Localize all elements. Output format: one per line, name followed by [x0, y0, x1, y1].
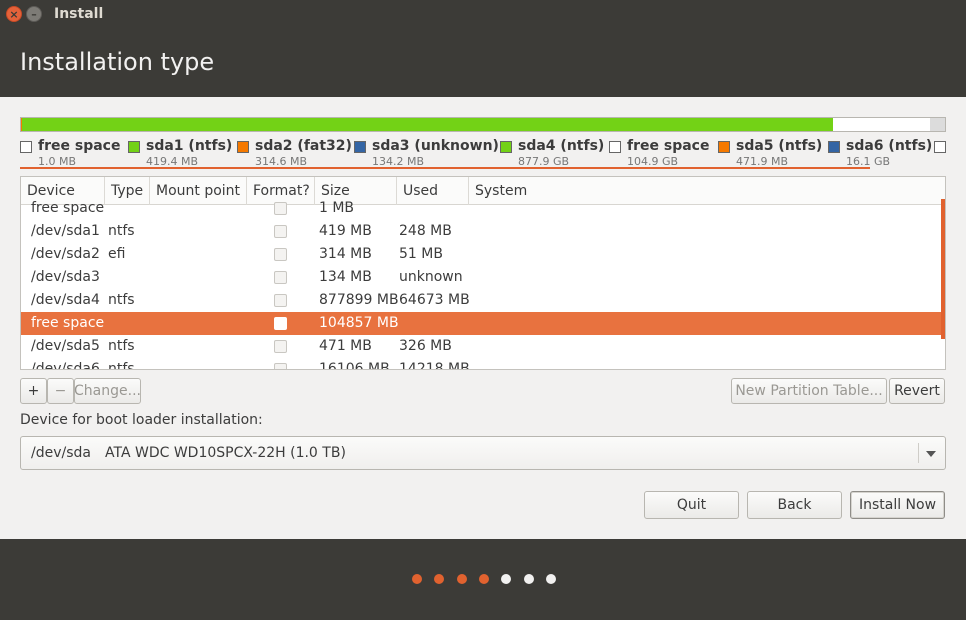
table-row[interactable]: free space 104857 MB [21, 312, 945, 335]
cell-type: ntfs [108, 361, 135, 370]
cell-type: efi [108, 246, 126, 262]
legend-swatch [237, 141, 249, 153]
cell-type: ntfs [108, 338, 135, 354]
close-icon[interactable]: × [6, 6, 22, 22]
progress-dot-pending [523, 574, 534, 584]
legend-name: sda4 (ntfs) [518, 138, 605, 154]
install-now-button[interactable]: Install Now [850, 491, 945, 519]
cell-used: 326 MB [399, 338, 452, 354]
progress-dot-done [478, 574, 489, 584]
legend-swatch [718, 141, 730, 153]
format-checkbox[interactable] [274, 225, 287, 238]
chevron-down-icon[interactable] [926, 451, 936, 457]
format-checkbox[interactable] [274, 317, 287, 330]
legend-swatch [354, 141, 366, 153]
cell-device: /dev/sda6 [31, 361, 100, 370]
remove-partition-button[interactable]: − [47, 378, 74, 404]
minimize-icon[interactable]: – [26, 6, 42, 22]
page-header: Installation type [0, 30, 966, 97]
cell-size: 471 MB [319, 338, 372, 354]
progress-dot-done [456, 574, 467, 584]
legend-name: sda5 (ntfs) [736, 138, 823, 154]
bootloader-device: /dev/sda [31, 445, 91, 461]
legend-swatch [609, 141, 621, 153]
legend-swatch [128, 141, 140, 153]
cell-size: 134 MB [319, 269, 372, 285]
partition-segment [21, 118, 833, 131]
table-row[interactable]: free space 1 MB [21, 197, 945, 220]
cell-device: /dev/sda1 [31, 223, 100, 239]
partition-segment [930, 118, 946, 131]
cell-size: 104857 MB [319, 315, 399, 331]
cell-type: ntfs [108, 223, 135, 239]
add-partition-button[interactable]: + [20, 378, 47, 404]
legend-swatch [20, 141, 32, 153]
progress-dot-done [434, 574, 445, 584]
cell-used: 51 MB [399, 246, 443, 262]
page-title: Installation type [20, 48, 215, 76]
legend-swatch [934, 141, 946, 153]
progress-dot-pending [501, 574, 512, 584]
cell-type: ntfs [108, 292, 135, 308]
format-checkbox[interactable] [274, 271, 287, 284]
format-checkbox[interactable] [274, 202, 287, 215]
cell-device: /dev/sda5 [31, 338, 100, 354]
legend-swatch [828, 141, 840, 153]
legend-name: free space [38, 138, 121, 154]
bootloader-device-description: ATA WDC WD10SPCX-22H (1.0 TB) [105, 445, 346, 461]
cell-used: 14218 MB [399, 361, 470, 370]
table-row[interactable]: /dev/sda5 ntfs 471 MB 326 MB [21, 335, 945, 358]
legend-name: free space [627, 138, 710, 154]
legend-name: sda2 (fat32) [255, 138, 352, 154]
table-row[interactable]: /dev/sda3 134 MB unknown [21, 266, 945, 289]
cell-size: 877899 MB [319, 292, 399, 308]
cell-device: /dev/sda3 [31, 269, 100, 285]
cell-size: 1 MB [319, 200, 355, 216]
new-partition-table-button[interactable]: New Partition Table... [731, 378, 887, 404]
bootloader-label: Device for boot loader installation: [20, 412, 263, 428]
cell-device: /dev/sda2 [31, 246, 100, 262]
cell-size: 419 MB [319, 223, 372, 239]
progress-footer [0, 539, 966, 620]
partition-segment [832, 118, 930, 131]
partition-bar [20, 117, 946, 132]
cell-used: 248 MB [399, 223, 452, 239]
window-title: Install [54, 6, 104, 22]
cell-used: 64673 MB [399, 292, 470, 308]
table-row[interactable]: /dev/sda4 ntfs 877899 MB 64673 MB [21, 289, 945, 312]
format-checkbox[interactable] [274, 294, 287, 307]
cell-size: 314 MB [319, 246, 372, 262]
partition-table[interactable]: Device Type Mount point Format? Size Use… [20, 176, 946, 370]
combo-separator [918, 443, 919, 463]
legend-name: sda3 (unknown) [372, 138, 499, 154]
cell-device: /dev/sda4 [31, 292, 100, 308]
cell-size: 16106 MB [319, 361, 390, 370]
main-content: free space 1.0 MB sda1 (ntfs) 419.4 MB sda2 … [0, 97, 966, 539]
quit-button[interactable]: Quit [644, 491, 739, 519]
title-bar: × – Install [0, 0, 966, 30]
legend-name: sda1 (ntfs) [146, 138, 233, 154]
bootloader-device-select[interactable]: /dev/sda ATA WDC WD10SPCX-22H (1.0 TB) [20, 436, 946, 470]
cell-used: unknown [399, 269, 463, 285]
revert-button[interactable]: Revert [889, 378, 945, 404]
format-checkbox[interactable] [274, 248, 287, 261]
change-partition-button[interactable]: Change... [74, 378, 141, 404]
table-row[interactable]: /dev/sda6 ntfs 16106 MB 14218 MB [21, 358, 945, 370]
cell-device: free space [31, 200, 105, 216]
table-scrollbar[interactable] [941, 199, 945, 339]
legend-name: sda6 (ntfs) [846, 138, 933, 154]
table-row[interactable]: /dev/sda2 efi 314 MB 51 MB [21, 243, 945, 266]
table-body: free space 1 MB/dev/sda1 ntfs 419 MB 248 MB /… [21, 197, 945, 370]
cell-device: free space [31, 315, 105, 331]
format-checkbox[interactable] [274, 340, 287, 353]
table-row[interactable]: /dev/sda1 ntfs 419 MB 248 MB [21, 220, 945, 243]
progress-dot-pending [545, 574, 556, 584]
legend-underline [20, 167, 870, 169]
legend-swatch [500, 141, 512, 153]
progress-dot-done [412, 574, 422, 584]
format-checkbox[interactable] [274, 363, 287, 369]
back-button[interactable]: Back [747, 491, 842, 519]
